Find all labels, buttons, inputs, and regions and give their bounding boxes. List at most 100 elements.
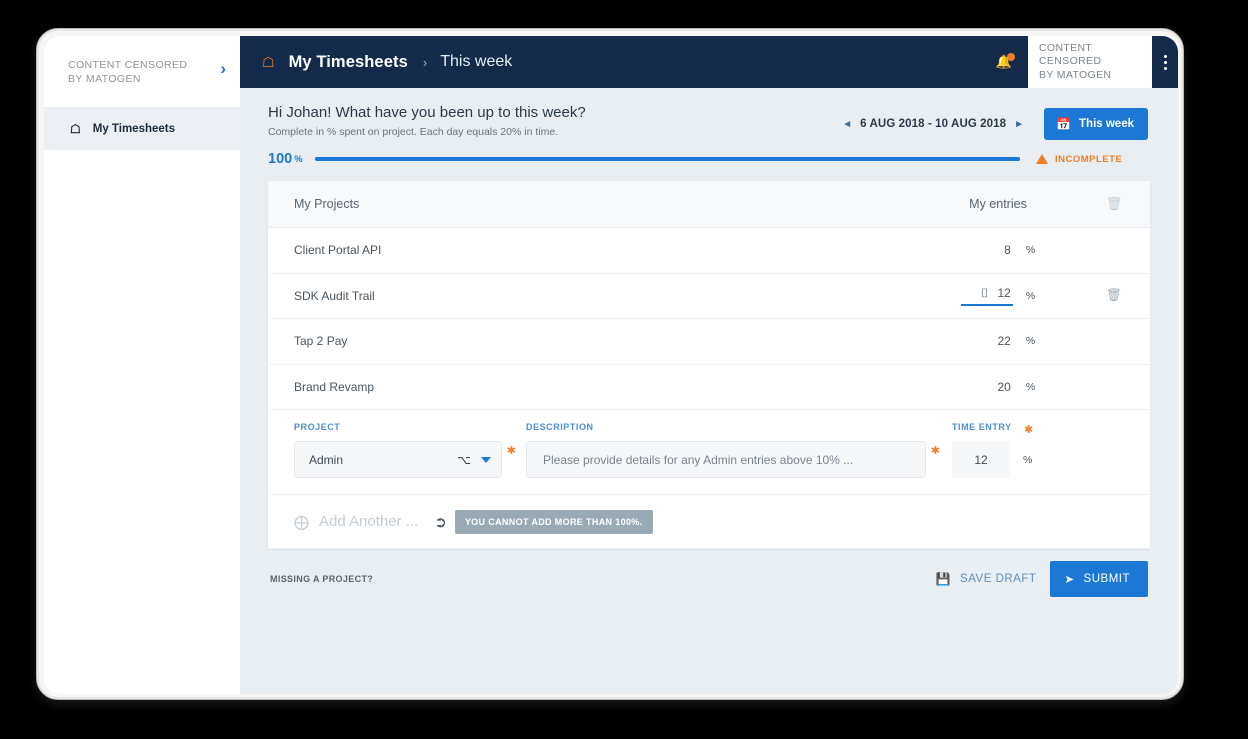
entry-value-unit: % bbox=[1025, 335, 1036, 348]
project-name-cell: Brand Revamp bbox=[294, 379, 375, 394]
add-another-label: Add Another ... bbox=[319, 513, 419, 530]
entry-value-number: 20 bbox=[997, 379, 1011, 394]
timesheet-card: My Projects My entries 🗑 Client Portal A… bbox=[268, 181, 1150, 549]
table-row: Tap 2 Pay 22% bbox=[268, 319, 1150, 365]
entry-value-cell: ⌷ 12% bbox=[918, 286, 1078, 306]
save-draft-label: SAVE DRAFT bbox=[960, 573, 1037, 585]
card-footer: MISSING A PROJECT? 💾 SAVE DRAFT ➤ SUBMIT bbox=[268, 549, 1150, 597]
time-entry-field-group: TIME ENTRY 12 % ✱ bbox=[952, 422, 1112, 478]
required-asterisk: ✱ bbox=[1024, 424, 1034, 436]
table-body: Client Portal API 8% SDK Audit Trail ⌷ 12% 🗑 T… bbox=[268, 228, 1150, 410]
description-input[interactable]: Please provide details for any Admin ent… bbox=[526, 441, 926, 478]
submit-button-label: SUBMIT bbox=[1083, 573, 1130, 585]
sidebar-item-label: My Timesheets bbox=[92, 123, 176, 135]
this-week-button-label: This week bbox=[1079, 118, 1134, 130]
new-entry-form-row: PROJECT Admin ⌥ ✱ DESCRIPTION Please pro… bbox=[268, 410, 1150, 495]
top-bar: ☖ My Timesheets › This week 🔔 CONTENT CE… bbox=[240, 36, 1178, 88]
column-header-projects: My Projects bbox=[294, 197, 360, 211]
submit-button[interactable]: ➤ SUBMIT bbox=[1050, 561, 1148, 597]
user-account-chip[interactable]: CONTENT CENSORED BY MATOGEN bbox=[1028, 36, 1152, 88]
app-screen: CONTENT CENSORED BY MATOGEN › ☖ My Times… bbox=[44, 36, 1178, 694]
progress-bar-fill bbox=[314, 157, 1020, 161]
user-account-label: CONTENT CENSORED BY MATOGEN bbox=[1039, 41, 1112, 81]
sidebar-item-my-timesheets[interactable]: ☖ My Timesheets bbox=[44, 108, 240, 150]
entry-value-number: 12 bbox=[997, 285, 1011, 300]
entry-value-number: 8 bbox=[1004, 243, 1011, 258]
delete-row-button[interactable]: 🗑 bbox=[1078, 288, 1150, 303]
project-select[interactable]: Admin ⌥ bbox=[294, 441, 502, 478]
warning-triangle-icon bbox=[1036, 154, 1048, 164]
text-cursor-icon: ⌥ bbox=[457, 452, 471, 467]
save-draft-button[interactable]: 💾 SAVE DRAFT bbox=[936, 572, 1037, 586]
greeting-section: Hi Johan! What have you been up to this … bbox=[240, 88, 1178, 140]
required-asterisk: ✱ bbox=[506, 445, 516, 457]
breadcrumb-main[interactable]: My Timesheets bbox=[289, 53, 408, 72]
required-asterisk: ✱ bbox=[930, 445, 940, 457]
date-range-label: 6 AUG 2018 - 10 AUG 2018 bbox=[860, 118, 1007, 130]
chevron-down-icon bbox=[481, 456, 491, 463]
entry-value-unit: % bbox=[1025, 380, 1036, 393]
progress-percent-sign: % bbox=[294, 153, 303, 165]
next-week-button[interactable]: ► bbox=[1006, 119, 1032, 130]
project-select-value: Admin bbox=[309, 452, 344, 467]
home-icon[interactable]: ☖ bbox=[262, 54, 275, 71]
project-name-cell: Tap 2 Pay bbox=[294, 334, 348, 349]
project-name-cell: SDK Audit Trail bbox=[294, 288, 375, 303]
progress-section: 100 % INCOMPLETE bbox=[268, 151, 1148, 167]
previous-week-button[interactable]: ◄ bbox=[834, 119, 860, 130]
add-another-row[interactable]: ⨁ Add Another ... ➲ YOU CANNOT ADD MORE … bbox=[268, 495, 1150, 549]
entry-value-input[interactable]: 22 bbox=[961, 334, 1013, 348]
greeting-subtitle: Complete in % spent on project. Each day… bbox=[268, 126, 559, 138]
footer-actions: 💾 SAVE DRAFT ➤ SUBMIT bbox=[936, 561, 1148, 597]
time-entry-unit: % bbox=[1023, 453, 1033, 466]
status-badge-label: INCOMPLETE bbox=[1055, 153, 1123, 165]
breadcrumb-separator: › bbox=[422, 54, 428, 70]
add-another-tooltip: YOU CANNOT ADD MORE THAN 100%. bbox=[454, 509, 653, 534]
text-cursor-icon: ⌷ bbox=[981, 285, 989, 300]
entry-value-cell: 22% bbox=[918, 334, 1078, 348]
send-icon: ➤ bbox=[1064, 574, 1075, 586]
entry-value-cell: 20% bbox=[918, 380, 1078, 394]
greeting-title: Hi Johan! What have you been up to this … bbox=[268, 104, 586, 121]
entry-value-unit: % bbox=[1025, 289, 1036, 302]
sidebar-brand[interactable]: CONTENT CENSORED BY MATOGEN › bbox=[44, 36, 240, 108]
date-navigation: ◄ 6 AUG 2018 - 10 AUG 2018 ► 📅 This week bbox=[834, 108, 1148, 140]
entry-value-input[interactable]: 20 bbox=[961, 380, 1013, 394]
sidebar-brand-label: CONTENT CENSORED BY MATOGEN bbox=[68, 59, 188, 85]
description-field-group: DESCRIPTION Please provide details for a… bbox=[526, 422, 940, 478]
sidebar: CONTENT CENSORED BY MATOGEN › ☖ My Times… bbox=[44, 36, 240, 694]
trash-list-icon[interactable]: 🗑 bbox=[1078, 196, 1150, 212]
chevron-right-icon[interactable]: › bbox=[220, 60, 226, 77]
this-week-button[interactable]: 📅 This week bbox=[1044, 108, 1148, 140]
status-badge: INCOMPLETE bbox=[1036, 154, 1148, 165]
time-entry-row: 12 % bbox=[952, 441, 1112, 478]
table-header-row: My Projects My entries 🗑 bbox=[268, 181, 1150, 228]
progress-percent-value: 100 bbox=[268, 151, 293, 167]
entry-value-input[interactable]: 8 bbox=[961, 243, 1013, 257]
add-circle-icon: ⨁ bbox=[294, 513, 309, 531]
missing-project-link[interactable]: MISSING A PROJECT? bbox=[270, 574, 373, 584]
table-row: Brand Revamp 20% bbox=[268, 365, 1150, 410]
top-bar-right: 🔔 CONTENT CENSORED BY MATOGEN bbox=[980, 36, 1178, 88]
tablet-device-frame: CONTENT CENSORED BY MATOGEN › ☖ My Times… bbox=[36, 28, 1184, 700]
calendar-icon: 📅 bbox=[1056, 117, 1072, 131]
home-icon: ☖ bbox=[70, 122, 81, 136]
entry-value-input[interactable]: ⌷ 12 bbox=[960, 285, 1013, 306]
description-placeholder: Please provide details for any Admin ent… bbox=[543, 452, 854, 467]
column-header-entries: My entries bbox=[969, 197, 1027, 211]
notification-badge-dot bbox=[1007, 53, 1015, 61]
greeting-text-block: Hi Johan! What have you been up to this … bbox=[268, 104, 586, 138]
entry-value-unit: % bbox=[1025, 244, 1036, 257]
notifications-button[interactable]: 🔔 bbox=[980, 36, 1028, 88]
time-entry-input[interactable]: 12 bbox=[952, 441, 1010, 478]
progress-bar-track bbox=[314, 157, 1020, 161]
mouse-pointer-icon: ➲ bbox=[434, 513, 447, 531]
save-icon: 💾 bbox=[935, 572, 952, 586]
description-field-label: DESCRIPTION bbox=[526, 422, 594, 432]
table-row: SDK Audit Trail ⌷ 12% 🗑 bbox=[268, 274, 1150, 319]
entry-value-number: 22 bbox=[997, 334, 1011, 349]
app-content: ☖ My Timesheets › This week 🔔 CONTENT CE… bbox=[240, 36, 1178, 694]
project-name-cell: Client Portal API bbox=[294, 243, 382, 258]
more-vertical-icon[interactable] bbox=[1152, 36, 1178, 88]
breadcrumb-current: This week bbox=[440, 53, 513, 70]
